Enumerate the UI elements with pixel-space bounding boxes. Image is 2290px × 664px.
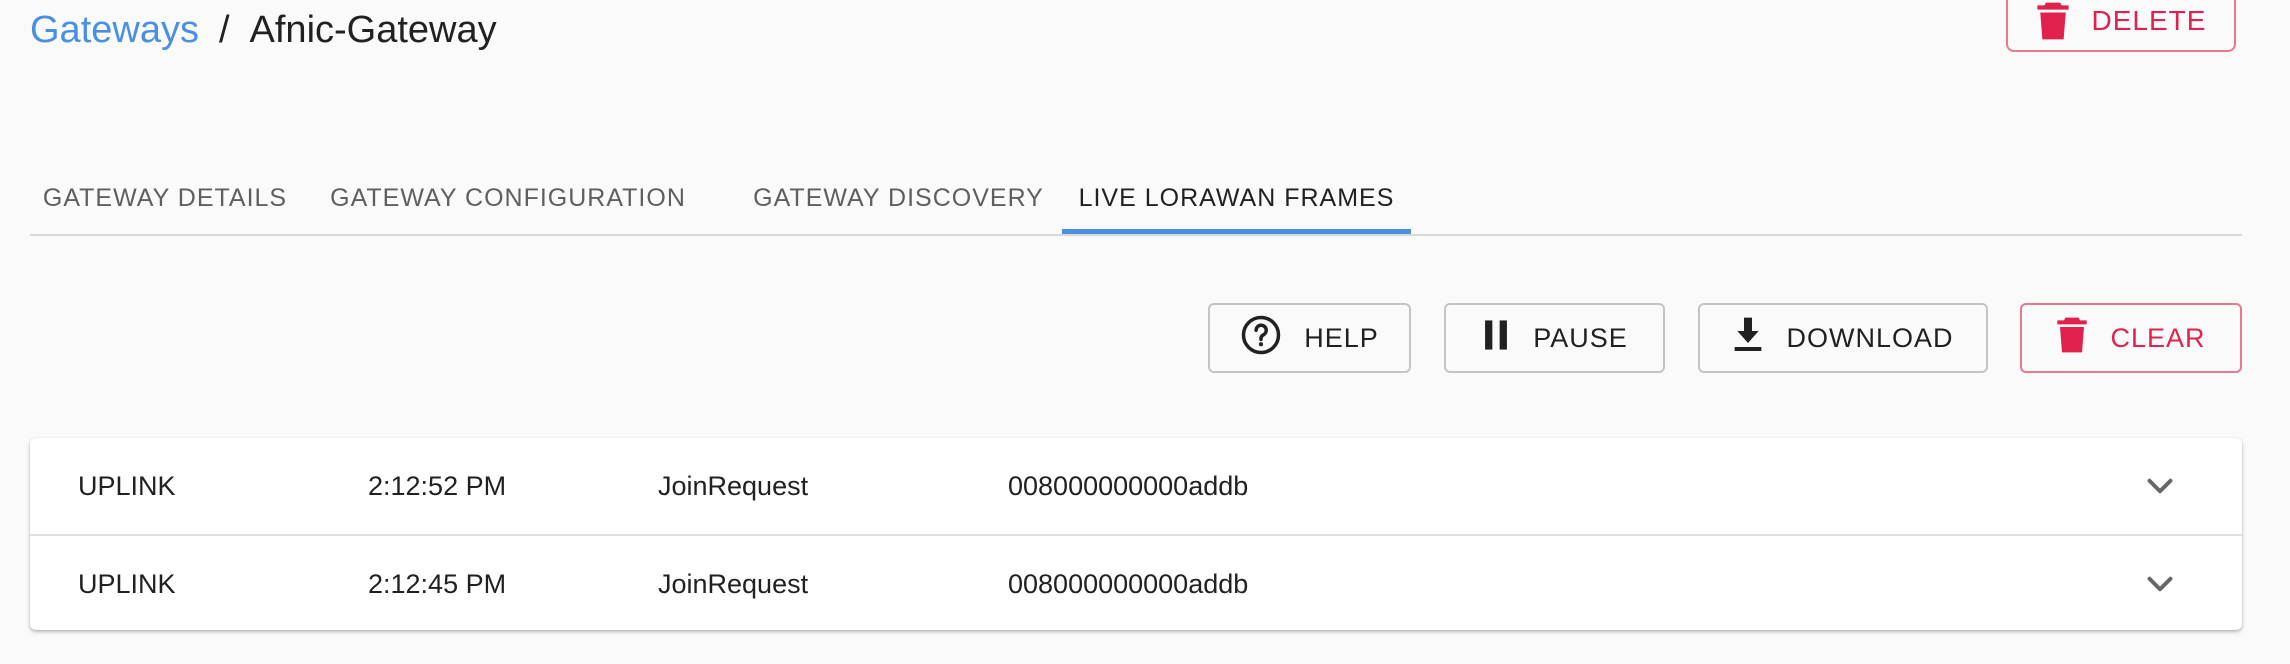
frame-row[interactable]: UPLINK 2:12:45 PM JoinRequest 0080000000… xyxy=(30,534,2242,632)
tab-gateway-configuration[interactable]: GATEWAY CONFIGURATION xyxy=(330,160,685,236)
clear-button-label: CLEAR xyxy=(2110,322,2206,353)
lorawan-frames-list: UPLINK 2:12:52 PM JoinRequest 0080000000… xyxy=(30,438,2242,630)
delete-gateway-button[interactable]: DELETE xyxy=(2006,0,2236,52)
frame-time: 2:12:52 PM xyxy=(368,470,507,501)
download-button-label: DOWNLOAD xyxy=(1786,322,1954,353)
help-circle-icon xyxy=(1240,314,1282,363)
download-icon xyxy=(1732,316,1764,361)
frame-dev-eui: 008000000000addb xyxy=(1008,470,1249,501)
page-title: Afnic-Gateway xyxy=(249,9,497,51)
frame-type: JoinRequest xyxy=(658,470,809,501)
breadcrumb-separator: / xyxy=(218,9,230,51)
chevron-down-icon[interactable] xyxy=(2142,468,2178,504)
clear-button[interactable]: CLEAR xyxy=(2020,303,2242,373)
delete-button-label: DELETE xyxy=(2091,5,2207,36)
frame-dev-eui: 008000000000addb xyxy=(1008,568,1249,599)
tab-label: LIVE LORAWAN FRAMES xyxy=(1078,183,1395,212)
tab-gateway-discovery[interactable]: GATEWAY DISCOVERY xyxy=(753,160,1044,236)
pause-icon xyxy=(1481,318,1511,359)
pause-button[interactable]: PAUSE xyxy=(1444,303,1665,373)
chevron-down-icon[interactable] xyxy=(2142,566,2178,602)
frame-direction: UPLINK xyxy=(78,470,176,501)
trash-icon xyxy=(2056,316,2088,361)
tab-label: GATEWAY DISCOVERY xyxy=(753,183,1044,212)
breadcrumb-gateways-link[interactable]: Gateways xyxy=(30,6,199,54)
frame-type: JoinRequest xyxy=(658,568,809,599)
tab-label: GATEWAY DETAILS xyxy=(42,183,288,212)
frame-row[interactable]: UPLINK 2:12:52 PM JoinRequest 0080000000… xyxy=(30,438,2242,534)
download-button[interactable]: DOWNLOAD xyxy=(1698,303,1988,373)
help-button[interactable]: HELP xyxy=(1208,303,1411,373)
help-button-label: HELP xyxy=(1304,322,1379,353)
active-tab-indicator xyxy=(1062,229,1411,234)
frame-time: 2:12:45 PM xyxy=(368,568,507,599)
tab-label: GATEWAY CONFIGURATION xyxy=(330,183,686,212)
breadcrumb: Gateways / Afnic-Gateway xyxy=(30,6,497,54)
gateway-page: Gateways / Afnic-Gateway DELETE GATEWAY … xyxy=(0,0,2290,664)
frame-direction: UPLINK xyxy=(78,568,176,599)
pause-button-label: PAUSE xyxy=(1533,322,1628,353)
gateway-tabs: GATEWAY DETAILS GATEWAY CONFIGURATION GA… xyxy=(30,160,2242,236)
tab-live-lorawan-frames[interactable]: LIVE LORAWAN FRAMES xyxy=(1062,160,1411,236)
tab-gateway-details[interactable]: GATEWAY DETAILS xyxy=(43,160,286,236)
trash-icon xyxy=(2036,1,2070,41)
